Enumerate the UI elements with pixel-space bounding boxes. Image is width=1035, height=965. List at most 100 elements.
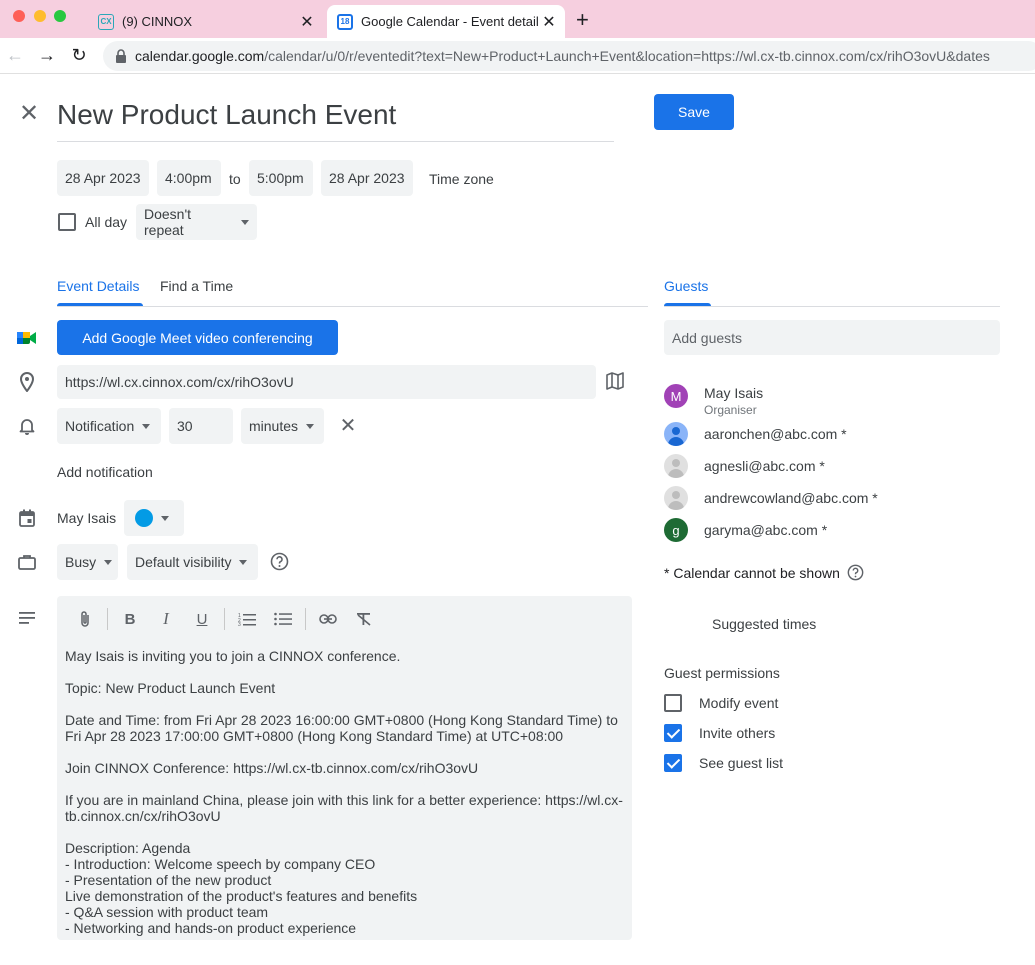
close-icon[interactable]: ✕ [17, 102, 41, 126]
guest-name: May Isais [704, 385, 764, 401]
busy-label: Busy [65, 554, 97, 570]
tab-find-a-time[interactable]: Find a Time [160, 278, 233, 294]
description-line: Topic: New Product Launch Event [65, 680, 276, 696]
avatar [664, 454, 688, 478]
chevron-down-icon [161, 515, 169, 521]
description-line: If you are in mainland China, please joi… [65, 792, 623, 824]
close-tab-icon[interactable]: ✕ [297, 12, 317, 32]
link-icon[interactable] [310, 604, 346, 634]
guest-permissions-label: Guest permissions [664, 665, 780, 681]
description-toolbar: B I U 123 [67, 604, 382, 634]
calendar-icon [16, 507, 38, 529]
close-window-button[interactable] [13, 10, 25, 22]
tabs-divider [57, 306, 648, 307]
numbered-list-icon[interactable]: 123 [229, 604, 265, 634]
end-date-picker[interactable]: 28 Apr 2023 [321, 160, 413, 196]
modify-event-checkbox[interactable] [664, 694, 682, 712]
guest-row[interactable]: M May Isais Organiser [664, 383, 1004, 417]
attachment-icon[interactable] [67, 604, 103, 634]
busy-dropdown[interactable]: Busy [57, 544, 118, 580]
description-line: Date and Time: from Fri Apr 28 2023 16:0… [65, 712, 618, 744]
time-zone-button[interactable]: Time zone [429, 171, 494, 187]
modify-event-label: Modify event [699, 695, 779, 711]
guest-role: Organiser [704, 403, 757, 417]
see-guest-list-label: See guest list [699, 755, 784, 771]
add-notification-link[interactable]: Add notification [57, 464, 153, 480]
all-day-checkbox[interactable] [58, 213, 76, 231]
help-icon[interactable] [270, 552, 289, 576]
bold-icon[interactable]: B [112, 604, 148, 634]
invite-others-label: Invite others [699, 725, 776, 741]
guest-row[interactable]: andrewcowland@abc.com * [664, 485, 1004, 511]
reload-icon[interactable]: ↻ [66, 42, 92, 68]
visibility-dropdown[interactable]: Default visibility [127, 544, 258, 580]
description-text: May Isais is inviting you to join a CINN… [65, 648, 627, 936]
back-arrow-icon[interactable]: ← [2, 42, 28, 68]
browser-tab-bar: CX (9) CINNOX ✕ 18 Google Calendar - Eve… [0, 0, 1035, 38]
invite-others-checkbox[interactable] [664, 724, 682, 742]
event-title-input[interactable]: New Product Launch Event [57, 96, 614, 142]
avatar [664, 486, 688, 510]
tab-title: Google Calendar - Event details [361, 14, 539, 29]
chevron-down-icon [306, 423, 315, 429]
help-icon[interactable] [847, 564, 864, 581]
save-button[interactable]: Save [654, 94, 734, 130]
guest-name: aaronchen@abc.com * [704, 426, 847, 442]
briefcase-icon [16, 551, 38, 573]
guest-row[interactable]: aaronchen@abc.com * [664, 421, 1004, 447]
agenda-item: - Introduction: Welcome speech by compan… [65, 856, 376, 872]
new-tab-plus-icon[interactable]: + [576, 7, 589, 33]
tab-guests[interactable]: Guests [664, 278, 708, 294]
chevron-down-icon [104, 559, 113, 565]
clear-formatting-icon[interactable] [346, 604, 382, 634]
description-line: May Isais is inviting you to join a CINN… [65, 648, 401, 664]
browser-tab-cinnox[interactable]: CX (9) CINNOX ✕ [88, 5, 323, 38]
tab-event-details[interactable]: Event Details [57, 278, 139, 294]
repeat-dropdown[interactable]: Doesn't repeat [136, 204, 257, 240]
forward-arrow-icon[interactable]: → [34, 42, 60, 68]
calendar-color-dropdown[interactable] [124, 500, 184, 536]
calendar-favicon-icon: 18 [337, 13, 353, 30]
add-guests-input[interactable]: Add guests [664, 320, 1000, 355]
close-tab-icon[interactable]: ✕ [539, 12, 559, 32]
minimize-window-button[interactable] [34, 10, 46, 22]
start-date-picker[interactable]: 28 Apr 2023 [57, 160, 149, 196]
location-input[interactable]: https://wl.cx.cinnox.com/cx/rihO3ovU [57, 365, 596, 399]
notification-value-input[interactable]: 30 [169, 408, 233, 444]
map-icon[interactable] [606, 372, 624, 395]
remove-notification-close-icon[interactable]: ✕ [338, 416, 358, 436]
toolbar-divider [305, 608, 306, 630]
end-time-picker[interactable]: 5:00pm [249, 160, 313, 196]
italic-icon[interactable]: I [148, 604, 184, 634]
guest-row[interactable]: g garyma@abc.com * [664, 517, 1004, 543]
add-google-meet-button[interactable]: Add Google Meet video conferencing [57, 320, 338, 355]
bulleted-list-icon[interactable] [265, 604, 301, 634]
suggested-times-button[interactable]: Suggested times [712, 616, 816, 632]
underline-icon[interactable]: U [184, 604, 220, 634]
guests-divider [664, 306, 1000, 307]
calendar-note: * Calendar cannot be shown [664, 564, 864, 581]
browser-tab-calendar[interactable]: 18 Google Calendar - Event details ✕ [327, 5, 565, 38]
notification-type-dropdown[interactable]: Notification [57, 408, 161, 444]
bell-icon [16, 415, 38, 437]
chevron-down-icon [241, 219, 249, 225]
guest-name: andrewcowland@abc.com * [704, 490, 878, 506]
agenda-item: - Networking and hands-on product experi… [65, 920, 357, 936]
maximize-window-button[interactable] [54, 10, 66, 22]
agenda-item: - Presentation of the new product [65, 872, 272, 888]
url-path: /calendar/u/0/r/eventedit?text=New+Produ… [264, 48, 990, 64]
chevron-down-icon [239, 559, 248, 565]
avatar [664, 422, 688, 446]
see-guest-list-checkbox[interactable] [664, 754, 682, 772]
notification-type-label: Notification [65, 418, 135, 434]
avatar: M [664, 384, 688, 408]
address-bar[interactable]: calendar.google.com/calendar/u/0/r/event… [103, 41, 1035, 71]
start-time-picker[interactable]: 4:00pm [157, 160, 221, 196]
notification-unit-dropdown[interactable]: minutes [241, 408, 324, 444]
all-day-label: All day [85, 214, 128, 230]
description-editor[interactable]: B I U 123 May Isais is inviting you to j… [57, 596, 632, 940]
guest-row[interactable]: agnesli@abc.com * [664, 453, 1004, 479]
calendar-note-text: * Calendar cannot be shown [664, 564, 840, 581]
browser-nav-bar: ← → ↻ calendar.google.com/calendar/u/0/r… [0, 38, 1035, 74]
notification-unit-label: minutes [249, 418, 299, 434]
